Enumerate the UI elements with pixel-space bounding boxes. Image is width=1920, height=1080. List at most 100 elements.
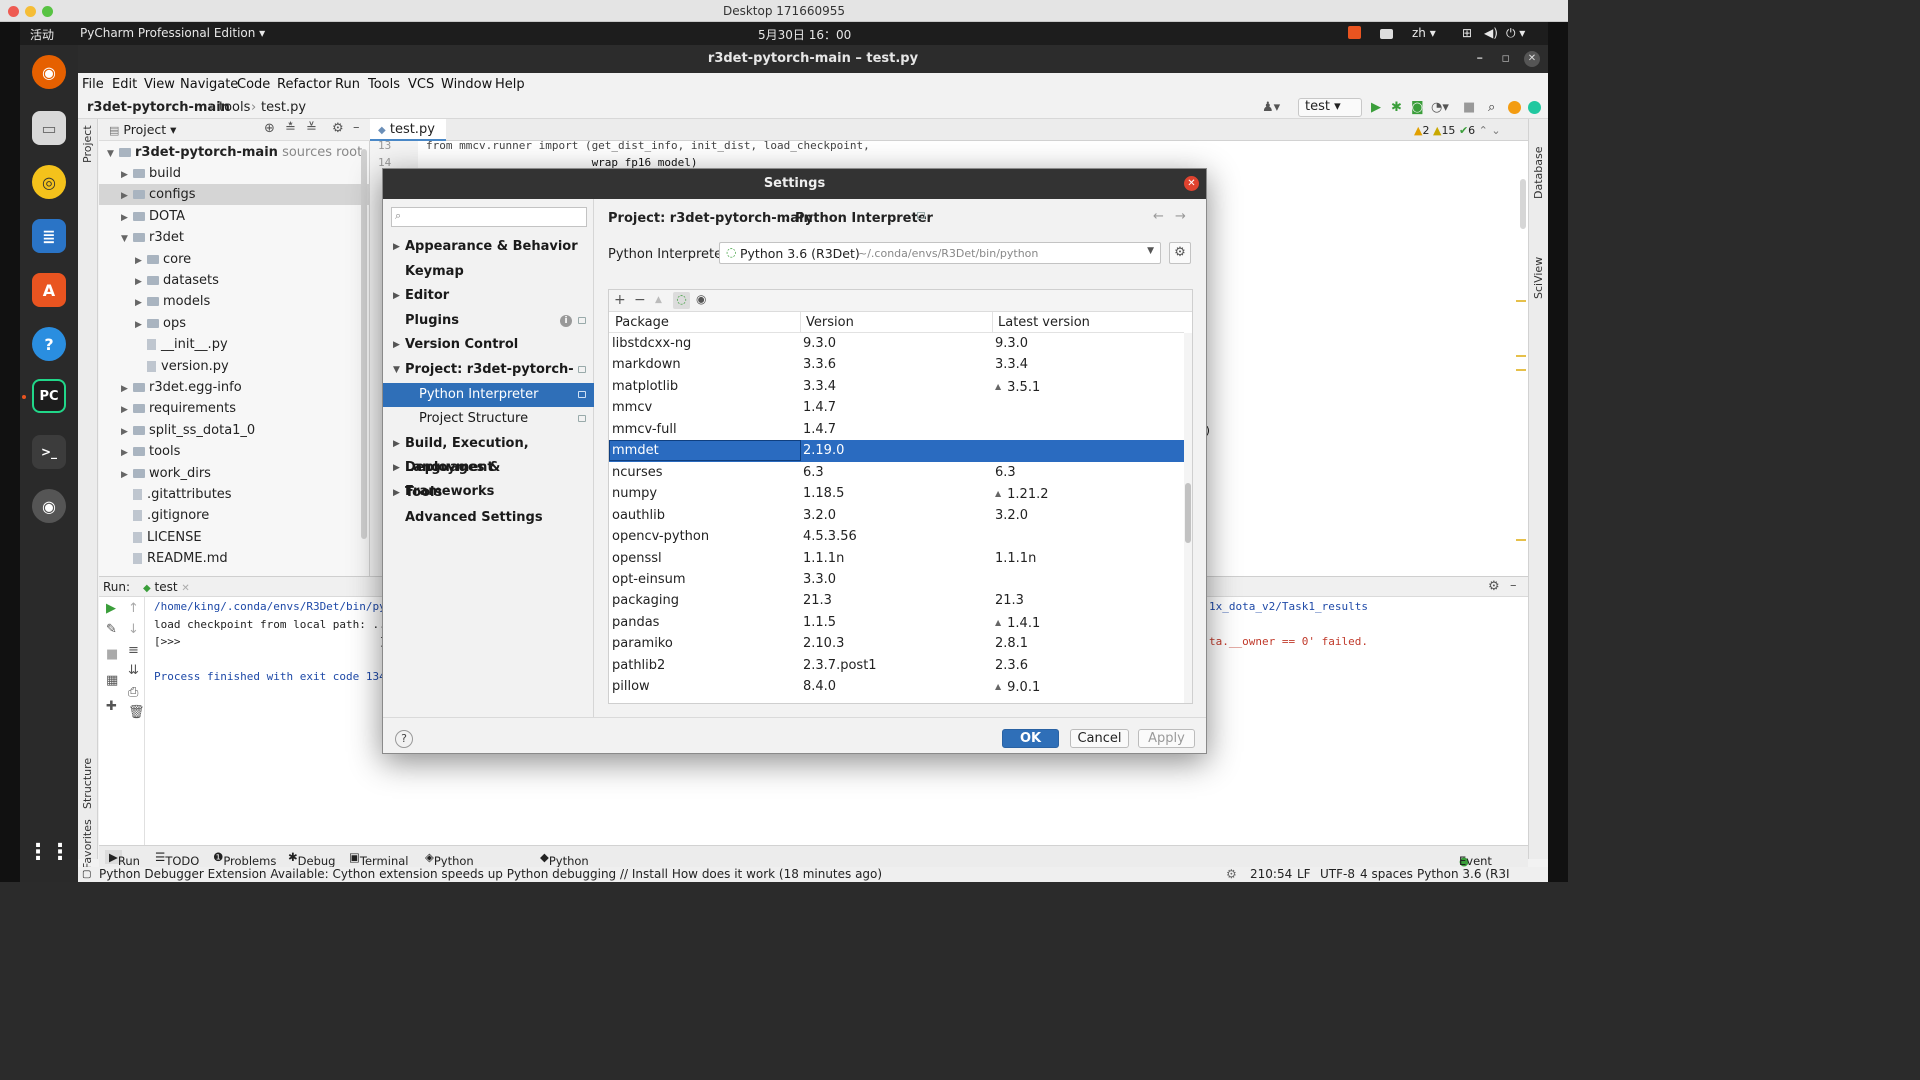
- software-icon[interactable]: A: [32, 273, 66, 307]
- expand-all-icon[interactable]: ≛: [285, 121, 296, 136]
- menu-edit[interactable]: Edit: [112, 77, 137, 92]
- line-separator[interactable]: LF: [1297, 867, 1311, 881]
- console-line[interactable]: Process finished with exit code 134: [154, 670, 386, 683]
- tree-folder[interactable]: ▶ requirements: [99, 398, 370, 419]
- tool-tab-python-console[interactable]: ◆ Python Console: [540, 850, 595, 882]
- error-stripe-mark[interactable]: [1516, 539, 1526, 541]
- locate-icon[interactable]: ⊕: [264, 121, 275, 136]
- chevron-right-icon[interactable]: ▶: [393, 432, 400, 456]
- writer-icon[interactable]: ≣: [32, 219, 66, 253]
- up-icon[interactable]: ↑: [128, 601, 139, 616]
- tree-folder[interactable]: ▶ ops: [99, 313, 370, 334]
- package-row[interactable]: oauthlib 3.2.0 3.2.0: [609, 505, 1184, 526]
- chevron-right-icon[interactable]: ▶: [121, 400, 133, 419]
- gear-icon[interactable]: ⚙: [332, 121, 344, 136]
- minimize-icon[interactable]: –: [1477, 45, 1484, 73]
- tree-file[interactable]: .gitattributes: [99, 484, 370, 505]
- package-row[interactable]: mmcv-full 1.4.7: [609, 419, 1184, 440]
- tree-file[interactable]: .gitignore: [99, 505, 370, 526]
- zoom-window-icon[interactable]: [42, 6, 53, 17]
- interpreter-gear-icon[interactable]: ⚙: [1169, 242, 1191, 264]
- package-row[interactable]: opencv-python 4.5.3.56: [609, 526, 1184, 547]
- status-message[interactable]: Python Debugger Extension Available: Cyt…: [99, 867, 882, 881]
- tool-tab-debug[interactable]: ✱ Debug: [288, 850, 335, 868]
- settings-nav-item[interactable]: Python Interpreter: [383, 382, 594, 407]
- tree-root[interactable]: ▼ r3det-pytorch-main sources root, /media: [99, 142, 370, 163]
- package-row[interactable]: openssl 1.1.1n 1.1.1n: [609, 548, 1184, 569]
- console-line[interactable]: /home/king/.conda/envs/R3Det/bin/pyt: [154, 600, 392, 613]
- chevron-right-icon[interactable]: ▶: [121, 443, 133, 462]
- clock[interactable]: 5月30日 16：00: [758, 26, 851, 43]
- tree-folder[interactable]: ▶ r3det.egg-info: [99, 377, 370, 398]
- input-method[interactable]: zh ▾: [1412, 26, 1436, 40]
- notification-icon[interactable]: [1348, 26, 1361, 39]
- tool-tab-problems[interactable]: ❶ Problems: [213, 850, 276, 868]
- settings-nav-item[interactable]: ▼Project: r3det-pytorch-main: [383, 358, 594, 401]
- wrench-icon[interactable]: ✎: [106, 622, 117, 637]
- chevron-right-icon[interactable]: ▶: [135, 293, 147, 312]
- debug-icon[interactable]: ✱: [1391, 100, 1402, 115]
- console-line[interactable]: load checkpoint from local path: ../: [154, 618, 392, 631]
- breadcrumb-folder[interactable]: tools: [219, 100, 250, 115]
- activities-button[interactable]: 活动: [30, 26, 54, 43]
- settings-nav-item[interactable]: Plugins i: [383, 309, 594, 333]
- interpreter-dropdown[interactable]: ◌ Python 3.6 (R3Det) ~/.conda/envs/R3Det…: [719, 242, 1161, 264]
- chevron-right-icon[interactable]: ▶: [135, 315, 147, 334]
- package-row[interactable]: libstdcxx-ng 9.3.0 9.3.0: [609, 333, 1184, 354]
- chevron-right-icon[interactable]: ▶: [393, 333, 400, 357]
- tree-scrollbar[interactable]: [361, 149, 367, 539]
- tool-tab-todo[interactable]: ☰ TODO: [155, 850, 199, 868]
- menu-refactor[interactable]: Refactor: [277, 77, 332, 92]
- tree-folder[interactable]: ▶ datasets: [99, 270, 370, 291]
- settings-nav-item[interactable]: ▶ Editor: [383, 284, 594, 308]
- chevron-right-icon[interactable]: ▶: [393, 456, 400, 480]
- editor-scrollbar[interactable]: [1520, 179, 1526, 229]
- package-row[interactable]: markdown 3.3.6 3.3.4: [609, 354, 1184, 375]
- interpreter-status[interactable]: Python 3.6 (R3I: [1417, 867, 1510, 881]
- package-row[interactable]: numpy 1.18.5 ▲ 1.21.2: [609, 483, 1184, 504]
- help-button[interactable]: ?: [395, 730, 413, 748]
- app-menu[interactable]: PyCharm Professional Edition ▾: [80, 26, 265, 40]
- close-icon[interactable]: ✕: [1524, 51, 1540, 67]
- pin-icon[interactable]: ✚: [106, 699, 117, 714]
- file-encoding[interactable]: UTF-8: [1320, 867, 1355, 881]
- package-row[interactable]: pandas 1.1.5 ▲ 1.4.1: [609, 612, 1184, 633]
- tree-file[interactable]: LICENSE: [99, 527, 370, 548]
- close-run-tab-icon[interactable]: ✕: [181, 583, 189, 594]
- ok-button[interactable]: OK: [1002, 729, 1059, 748]
- close-window-icon[interactable]: [8, 6, 19, 17]
- tool-tab-terminal[interactable]: ▣ Terminal: [349, 850, 408, 868]
- show-apps-icon[interactable]: ⋮⋮: [27, 835, 71, 869]
- tree-folder[interactable]: ▶ build: [99, 163, 370, 184]
- column-package[interactable]: Package: [615, 315, 669, 330]
- tree-file[interactable]: version.py: [99, 356, 370, 377]
- tree-folder[interactable]: ▶ configs: [99, 184, 370, 206]
- close-dialog-icon[interactable]: ✕: [1184, 176, 1199, 191]
- jetbrains-icon[interactable]: [1528, 101, 1541, 114]
- firefox-icon[interactable]: ◉: [32, 55, 66, 89]
- menu-code[interactable]: Code: [237, 77, 270, 92]
- git-icon[interactable]: ⚙: [1226, 867, 1237, 881]
- maximize-icon[interactable]: ▫: [1501, 45, 1510, 73]
- rerun-icon[interactable]: ▶: [106, 601, 116, 616]
- power-icon[interactable]: ⏻ ▾: [1506, 26, 1525, 41]
- add-package-icon[interactable]: +: [614, 292, 626, 308]
- settings-nav-item[interactable]: Project Structure: [383, 407, 594, 431]
- keyboard-icon[interactable]: [1380, 29, 1393, 39]
- refresh-icon[interactable]: ◌: [673, 292, 690, 309]
- cancel-button[interactable]: Cancel: [1070, 729, 1129, 748]
- updates-icon[interactable]: [1508, 101, 1521, 114]
- tree-folder[interactable]: ▶ core: [99, 249, 370, 270]
- chevron-down-icon[interactable]: ▼: [393, 358, 400, 382]
- user-icon[interactable]: ♟▾: [1262, 100, 1280, 115]
- chevron-right-icon[interactable]: ▶: [121, 379, 133, 398]
- show-early-releases-eye-icon[interactable]: ◉: [696, 292, 706, 306]
- package-row[interactable]: packaging 21.3 21.3: [609, 590, 1184, 611]
- pycharm-icon[interactable]: PC: [32, 379, 66, 413]
- editor-tab-test-py[interactable]: ◆ test.py ✕: [370, 119, 446, 151]
- chevron-right-icon[interactable]: ▶: [393, 235, 400, 259]
- chevron-right-icon[interactable]: ▶: [121, 186, 133, 205]
- menu-view[interactable]: View: [144, 77, 175, 92]
- upgrade-package-icon[interactable]: ▲: [655, 295, 662, 305]
- menu-navigate[interactable]: Navigate: [180, 77, 238, 92]
